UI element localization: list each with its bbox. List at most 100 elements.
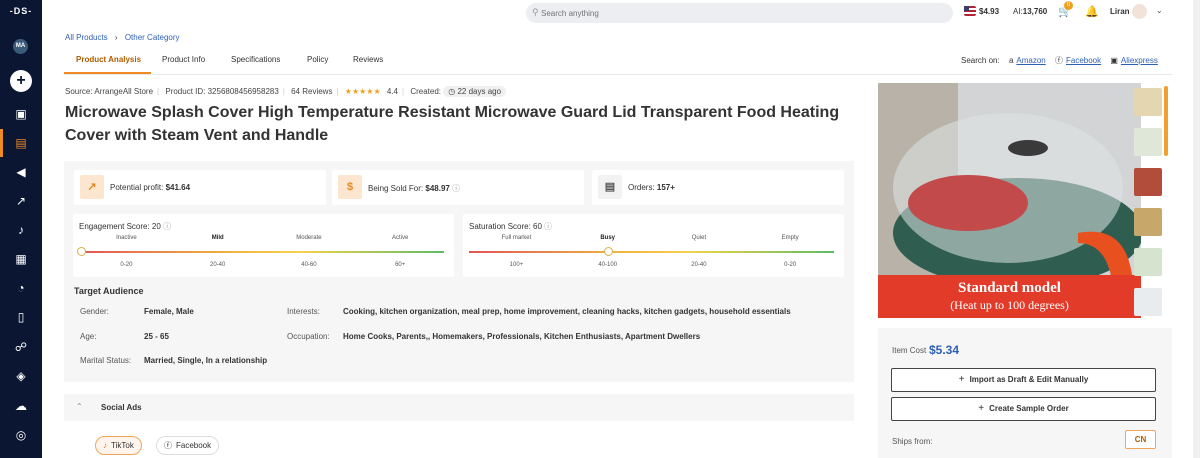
info-icon[interactable]: ⓘ [163, 222, 171, 231]
dollar-icon: $ [338, 175, 362, 199]
tiktok-icon: ♪ [103, 441, 107, 450]
gauge-icon[interactable]: ◔ [0, 278, 42, 298]
ships-from-cn-button[interactable]: CN [1125, 430, 1156, 449]
tab-product-info[interactable]: Product Info [162, 55, 205, 64]
item-cost-value: $5.34 [929, 343, 960, 357]
product-meta: Source: ArrangeAll Store | Product ID: 32… [65, 86, 507, 97]
analytics-icon[interactable]: ↗ [0, 191, 42, 211]
create-sample-order-button[interactable]: + Create Sample Order [891, 397, 1156, 421]
reviews-count: 64 Reviews [291, 87, 333, 96]
level-label: Active [392, 235, 409, 241]
rating: 4.4 [386, 87, 398, 96]
thumbnail[interactable] [1134, 288, 1162, 316]
plus-icon: + [958, 374, 965, 385]
sidebar: -DS- MA + ▣ ▤ ◀ ↗ ♪ ▦ ◔ ▯ ☍ ◈ ☁ ◎ [0, 0, 42, 458]
cloud-icon[interactable]: ☁ [0, 396, 42, 416]
tab-reviews[interactable]: Reviews [353, 55, 383, 64]
breadcrumb-all-products[interactable]: All Products [65, 33, 108, 42]
tab-product-analysis[interactable]: Product Analysis [76, 55, 141, 64]
engagement-score: Engagement Score: 20 ⓘ Inactive Mild Mod… [73, 214, 454, 277]
level-label: Moderate [296, 235, 322, 241]
sold-for-card: $ Being Sold For: $48.97 ⓘ [332, 170, 584, 205]
divider [64, 74, 1172, 75]
cart-badge: 0 [1064, 1, 1073, 10]
amazon-link[interactable]: Amazon [1016, 56, 1045, 65]
facebook-link[interactable]: Facebook [1066, 56, 1101, 65]
chevron-up-icon[interactable]: ⌃ [76, 402, 83, 411]
cart-icon[interactable]: 🛒 0 [1058, 1, 1073, 18]
document-icon[interactable]: ▯ [0, 307, 42, 327]
orders-card: ▤ Orders: 157+ [592, 170, 844, 205]
megaphone-icon[interactable]: ◀ [0, 162, 42, 182]
balance[interactable]: $4.93 [979, 7, 999, 16]
rating-stars-icon: ★★★★★ [344, 87, 381, 96]
search-input[interactable] [541, 6, 941, 20]
gift-icon[interactable]: ▦ [0, 249, 42, 269]
user-initials-avatar[interactable]: MA [13, 39, 28, 54]
range-label: 20-40 [210, 262, 226, 268]
thumbnail[interactable] [1134, 168, 1162, 196]
support-icon[interactable]: ◎ [0, 425, 42, 445]
profit-card: ↗ Potential profit: $41.64 [74, 170, 326, 205]
saturation-bar [469, 251, 834, 253]
level-label: Mild [211, 235, 224, 241]
search-on: Search on: a Amazon ⓕ Facebook ▣ Aliexpress [961, 55, 1158, 66]
box-icon[interactable]: ◈ [0, 366, 42, 386]
users-icon[interactable]: ☍ [0, 337, 42, 357]
thumbnail[interactable] [1134, 208, 1162, 236]
level-label: Quiet [691, 235, 707, 241]
product-title: Microwave Splash Cover High Temperature … [65, 104, 840, 144]
ai-credits: AI:13,760 [1013, 7, 1048, 16]
level-label: Inactive [116, 235, 137, 241]
tiktok-icon[interactable]: ♪ [0, 220, 42, 240]
tiktok-chip[interactable]: ♪ TikTok [95, 436, 142, 455]
range-label: 40-60 [301, 262, 317, 268]
source[interactable]: Source: ArrangeAll Store [65, 87, 153, 96]
image-banner: Standard model (Heat up to 100 degrees) [878, 275, 1141, 318]
sold-label: Being Sold For: [368, 184, 424, 193]
level-label: Busy [600, 235, 616, 241]
orders-label: Orders: [628, 183, 655, 192]
created-label: Created: [410, 87, 441, 96]
tab-specifications[interactable]: Specifications [231, 55, 280, 64]
saturation-score: Saturation Score: 60 ⓘ Full market Busy … [463, 214, 844, 277]
analysis-panel: ↗ Potential profit: $41.64 $ Being Sold … [64, 161, 854, 382]
interests-label: Interests: [287, 307, 320, 316]
thumbnail[interactable] [1134, 128, 1162, 156]
orders-value: 157+ [656, 183, 675, 192]
thumbnail[interactable] [1134, 88, 1162, 116]
store-icon[interactable]: ▣ [0, 104, 42, 124]
breadcrumb: All Products › Other Category [65, 33, 185, 42]
bell-icon[interactable]: 🔔 [1085, 5, 1099, 18]
facebook-icon: ⓕ [1054, 56, 1063, 65]
info-icon[interactable]: ⓘ [544, 222, 552, 231]
info-icon[interactable]: ⓘ [452, 184, 460, 193]
search-bar[interactable]: ⚲ [526, 3, 953, 23]
page-scrollbar[interactable] [1193, 0, 1200, 458]
profit-value: $41.64 [165, 183, 191, 192]
avatar[interactable] [1132, 4, 1147, 19]
aliexpress-link[interactable]: Aliexpress [1121, 56, 1158, 65]
breadcrumb-other-category[interactable]: Other Category [125, 33, 180, 42]
thumbnail[interactable] [1134, 248, 1162, 276]
user-name[interactable]: Liran [1110, 7, 1130, 16]
product-id: Product ID: 3256808456958283 [165, 87, 279, 96]
facebook-chip[interactable]: ⓕ Facebook [156, 436, 220, 455]
item-cost-label: Item Cost [892, 346, 927, 355]
add-icon[interactable]: + [10, 70, 32, 92]
pricing-panel: Item Cost $5.34 + Import as Draft & Edit … [878, 328, 1172, 458]
import-draft-button[interactable]: + Import as Draft & Edit Manually [891, 368, 1156, 392]
social-ads-section[interactable]: ⌃ Social Ads [64, 394, 854, 421]
chevron-down-icon[interactable]: ⌄ [1156, 6, 1163, 15]
tab-policy[interactable]: Policy [307, 55, 328, 64]
chart-icon: ↗ [80, 175, 104, 199]
saturation-title: Saturation Score: 60 [469, 222, 542, 231]
app-logo[interactable]: -DS- [0, 6, 42, 16]
top-bar: ⚲ $4.93 AI:13,760 🛒0 🔔 Liran ⌄ [42, 0, 1200, 24]
aliexpress-icon: ▣ [1110, 56, 1118, 65]
thumbnail-scrollbar[interactable] [1164, 86, 1168, 156]
product-research-icon[interactable]: ▤ [0, 129, 42, 157]
tab-bar: Product Analysis Product Info Specificat… [64, 50, 854, 74]
created-value: 22 days ago [457, 87, 502, 96]
us-flag-icon[interactable] [964, 6, 976, 16]
